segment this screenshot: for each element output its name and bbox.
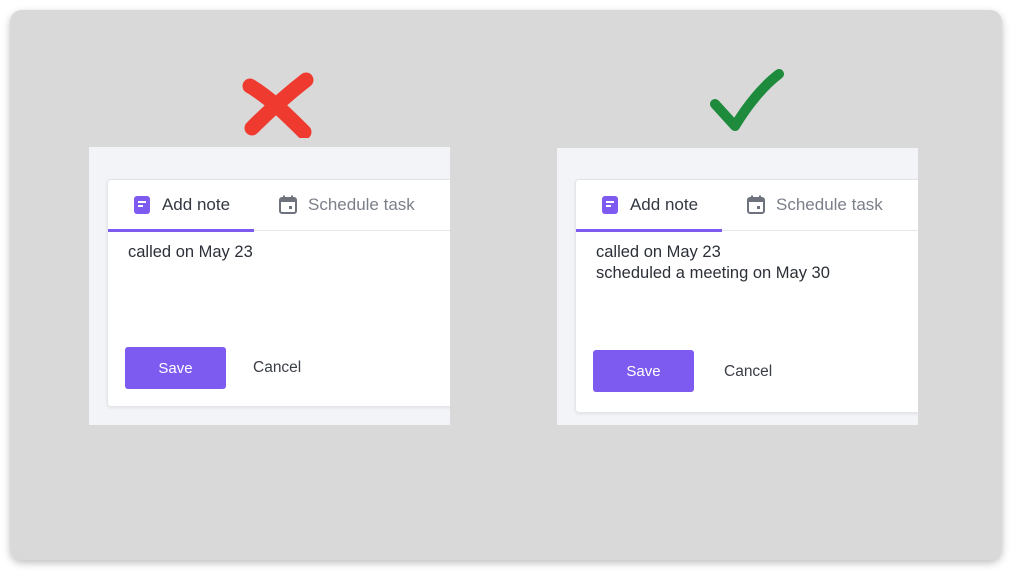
save-button[interactable]: Save <box>593 350 694 392</box>
note-card: Add note Schedule task called on May 23 … <box>107 179 450 407</box>
checkmark-icon <box>707 68 787 136</box>
tab-schedule-task[interactable]: Schedule task <box>746 180 883 230</box>
tab-label: Add note <box>629 195 699 214</box>
right-example-panel: Add note Schedule task called on May 23 … <box>557 148 918 425</box>
note-text-area[interactable]: called on May 23 scheduled a meeting on … <box>596 242 830 284</box>
tab-bar: Add note Schedule task <box>108 180 450 232</box>
calendar-icon <box>278 195 298 215</box>
tab-add-note[interactable]: Add note <box>576 180 722 232</box>
tab-label: Schedule task <box>776 195 883 214</box>
note-line: scheduled a meeting on May 30 <box>596 264 830 282</box>
note-icon <box>600 195 620 215</box>
note-line: called on May 23 <box>596 243 721 261</box>
note-card: Add note Schedule task called on May 23 … <box>575 179 918 413</box>
note-text-area[interactable]: called on May 23 <box>128 242 253 263</box>
tab-schedule-task[interactable]: Schedule task <box>278 180 415 230</box>
wrong-example-panel: Add note Schedule task called on May 23 … <box>89 147 450 425</box>
cross-icon <box>240 70 318 138</box>
save-button[interactable]: Save <box>125 347 226 389</box>
tab-label: Schedule task <box>308 195 415 214</box>
note-line: called on May 23 <box>128 243 253 261</box>
tab-bar: Add note Schedule task <box>576 180 918 232</box>
tab-add-note[interactable]: Add note <box>108 180 254 232</box>
tab-label: Add note <box>161 195 231 214</box>
cancel-button[interactable]: Cancel <box>724 363 772 381</box>
note-icon <box>132 195 152 215</box>
cancel-button[interactable]: Cancel <box>253 359 301 377</box>
calendar-icon <box>746 195 766 215</box>
